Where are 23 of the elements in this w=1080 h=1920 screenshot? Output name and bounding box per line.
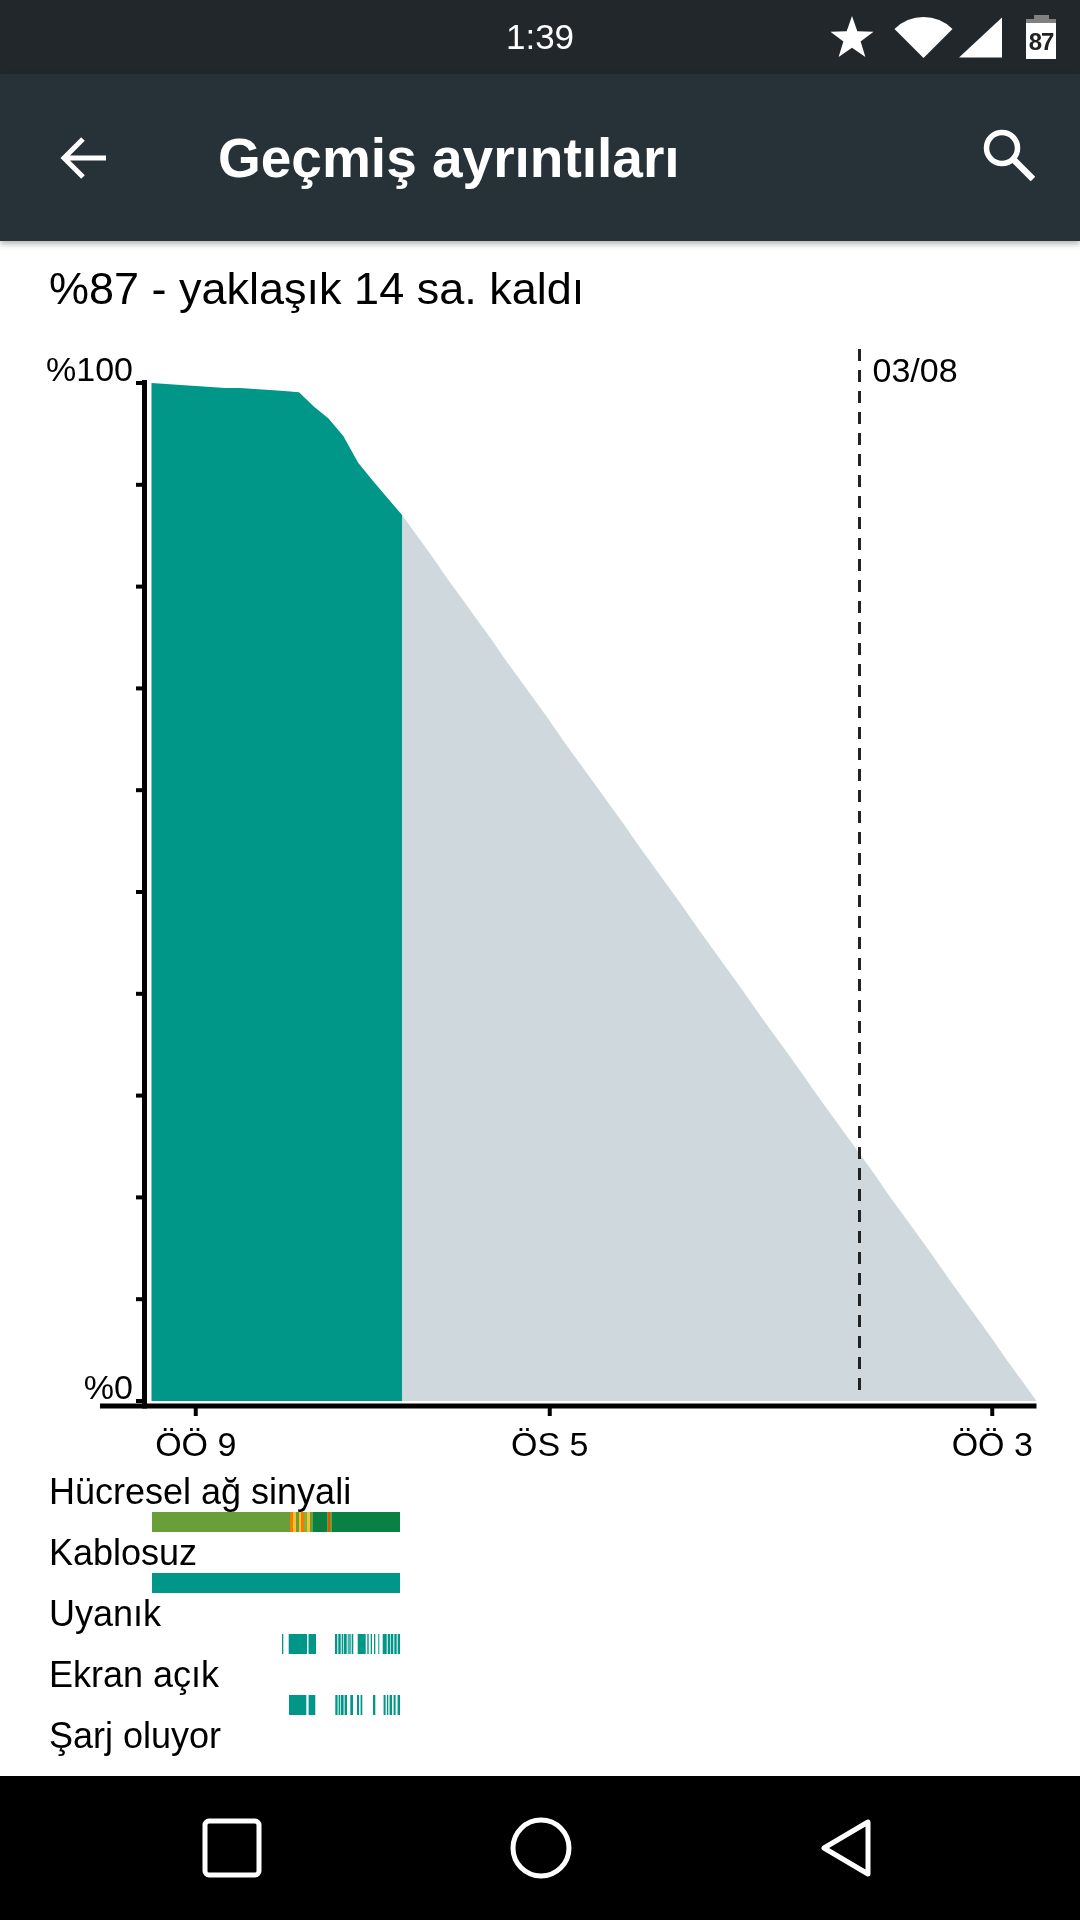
x-tick-label: ÖÖ 9 (155, 1425, 237, 1463)
status-time: 1:39 (505, 17, 575, 57)
date-label: 03/08 (872, 351, 958, 389)
timeline-label: Uyanık (49, 1594, 162, 1634)
battery-percent: 87 (1028, 27, 1054, 57)
timeline-label: Kablosuz (49, 1533, 198, 1573)
y-tick-label: %100 (46, 350, 133, 388)
back-icon[interactable] (820, 1818, 872, 1878)
timeline-label: Ekran açık (49, 1655, 220, 1695)
timeline-label: Şarj oluyor (49, 1716, 222, 1756)
search-icon[interactable] (983, 128, 1035, 181)
toolbar-title: Geçmiş ayrıntıları (218, 125, 680, 190)
battery-summary: %87 - yaklaşık 14 sa. kaldı (49, 262, 585, 316)
star-icon (830, 16, 874, 58)
x-tick-label: ÖS 5 (511, 1425, 589, 1463)
wifi-icon (894, 15, 953, 59)
x-tick-label: ÖÖ 3 (951, 1425, 1033, 1463)
y-tick-label: %0 (83, 1368, 133, 1406)
home-icon[interactable] (510, 1817, 572, 1879)
recents-icon[interactable] (202, 1818, 262, 1878)
back-arrow-icon[interactable] (59, 135, 107, 180)
signal-icon (959, 15, 1002, 59)
timeline-label: Hücresel ağ sinyali (49, 1472, 352, 1512)
